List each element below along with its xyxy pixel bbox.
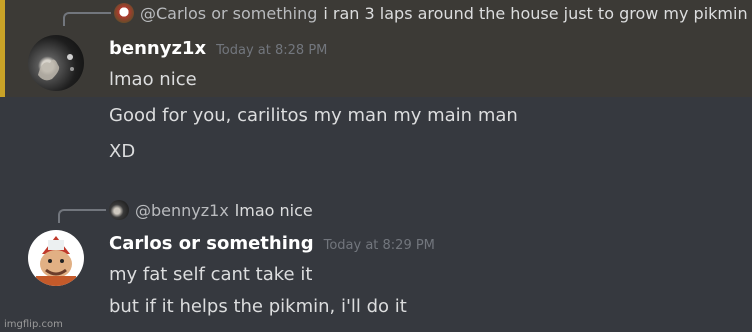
reply-text: lmao nice xyxy=(234,200,313,220)
reply-connector xyxy=(63,12,111,26)
message-line: XD xyxy=(109,141,136,162)
message-line: lmao nice xyxy=(109,69,197,90)
username[interactable]: bennyz1x xyxy=(109,38,206,59)
reply-mention[interactable]: @Carlos or something xyxy=(140,4,317,23)
timestamp: Today at 8:29 PM xyxy=(323,238,435,253)
bennyz1x-avatar[interactable] xyxy=(28,35,84,91)
reply-preview[interactable]: @Carlos or something i ran 3 laps around… xyxy=(114,3,748,23)
carlos-mini-avatar xyxy=(114,3,134,23)
carlos-avatar[interactable] xyxy=(28,230,84,286)
message-line: my fat self cant take it xyxy=(109,264,313,285)
message-header: Carlos or something Today at 8:29 PM xyxy=(109,233,435,254)
timestamp: Today at 8:28 PM xyxy=(216,43,328,58)
watermark: imgflip.com xyxy=(4,319,63,330)
reply-mention[interactable]: @bennyz1x xyxy=(135,201,229,220)
username[interactable]: Carlos or something xyxy=(109,233,314,254)
message-line: but if it helps the pikmin, i'll do it xyxy=(109,296,407,317)
message-header: bennyz1x Today at 8:28 PM xyxy=(109,38,327,59)
reply-text: i ran 3 laps around the house just to gr… xyxy=(323,3,748,23)
message-line: Good for you, carilitos my man my main m… xyxy=(109,105,518,126)
bennyz1x-mini-avatar xyxy=(109,200,129,220)
reply-connector xyxy=(58,209,106,223)
character-icon xyxy=(36,236,76,286)
reply-preview[interactable]: @bennyz1x lmao nice xyxy=(109,200,313,220)
hand-icon xyxy=(38,54,74,81)
